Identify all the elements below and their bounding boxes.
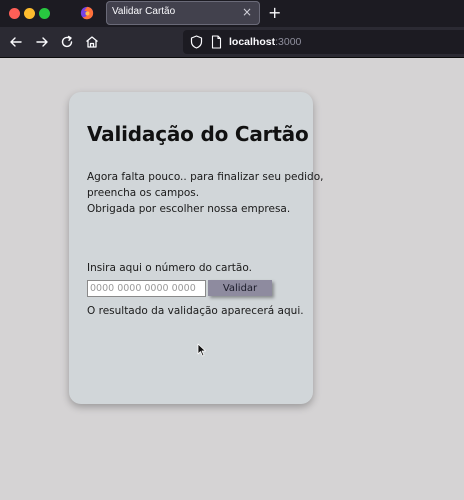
url-text[interactable]: localhost:3000 xyxy=(229,36,301,48)
forward-icon[interactable] xyxy=(34,34,50,50)
reload-icon[interactable] xyxy=(59,34,75,50)
tab-close-icon[interactable]: × xyxy=(242,5,252,19)
intro-line: preencha os campos. xyxy=(87,187,200,199)
page-title: Validação do Cartão xyxy=(87,122,309,146)
new-tab-button[interactable]: + xyxy=(268,4,281,22)
tab-title: Validar Cartão xyxy=(112,6,176,17)
card-number-input[interactable] xyxy=(87,280,206,297)
intro-line: Obrigada por escolher nossa empresa. xyxy=(87,203,291,215)
firefox-icon xyxy=(80,6,94,20)
validate-button[interactable]: Validar xyxy=(208,280,272,296)
home-icon[interactable] xyxy=(84,34,100,50)
validation-result-text: O resultado da validação aparecerá aqui. xyxy=(87,305,304,317)
intro-line: Agora falta pouco.. para finalizar seu p… xyxy=(87,171,324,183)
intro-text: Agora falta pouco.. para finalizar seu p… xyxy=(87,169,324,217)
minimize-window-button[interactable] xyxy=(24,8,35,19)
shield-icon[interactable] xyxy=(190,35,203,49)
url-port: :3000 xyxy=(275,36,302,48)
url-host: localhost xyxy=(229,36,276,48)
browser-titlebar: Validar Cartão × + xyxy=(0,0,464,27)
back-icon[interactable] xyxy=(8,34,24,50)
mouse-cursor-icon xyxy=(197,343,206,357)
tab-validar-cartao[interactable]: Validar Cartão × xyxy=(106,1,260,25)
card-number-label: Insira aqui o número do cartão. xyxy=(87,262,252,274)
maximize-window-button[interactable] xyxy=(39,8,50,19)
close-window-button[interactable] xyxy=(9,8,20,19)
page-icon[interactable] xyxy=(211,35,222,49)
validation-card: Validação do Cartão Agora falta pouco.. … xyxy=(69,92,324,404)
url-bar[interactable] xyxy=(183,30,464,54)
